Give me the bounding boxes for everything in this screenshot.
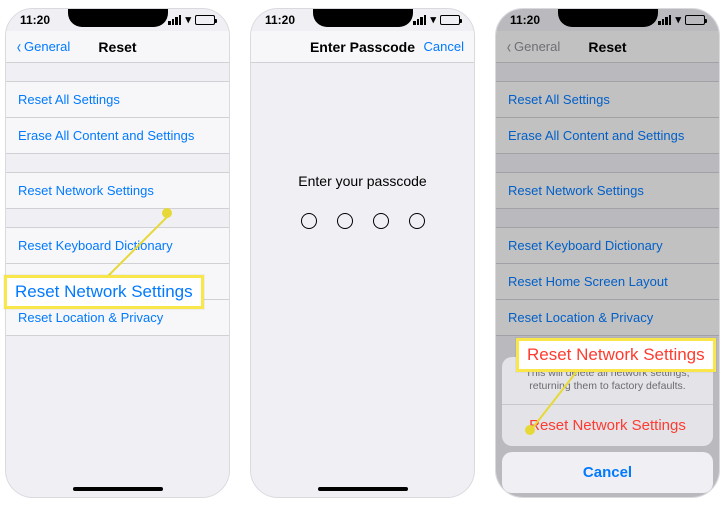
home-indicator[interactable]	[73, 487, 163, 491]
home-indicator[interactable]	[318, 487, 408, 491]
reset-keyboard-dictionary: Reset Keyboard Dictionary	[496, 227, 719, 264]
passcode-dot	[301, 213, 317, 229]
reset-home-screen-layout: Reset Home Screen Layout	[496, 264, 719, 300]
passcode-dots[interactable]	[251, 213, 474, 229]
battery-icon	[440, 15, 460, 25]
back-button-disabled: ‹ General	[506, 38, 560, 56]
reset-all-settings: Reset All Settings	[496, 81, 719, 118]
notch	[558, 9, 658, 27]
status-time: 11:20	[265, 13, 305, 27]
callout-reset-network: Reset Network Settings	[4, 275, 204, 309]
reset-all-settings[interactable]: Reset All Settings	[6, 81, 229, 118]
wifi-icon: ▾	[675, 15, 681, 26]
passcode-dot	[373, 213, 389, 229]
nav-bar: ‹ General Reset	[496, 31, 719, 63]
passcode-prompt: Enter your passcode	[251, 173, 474, 189]
erase-all-content: Erase All Content and Settings	[496, 118, 719, 154]
sheet-cancel[interactable]: Cancel	[502, 452, 713, 493]
notch	[313, 9, 413, 27]
phone-passcode: 11:20 ▾ Enter Passcode Cancel Enter your…	[250, 8, 475, 498]
chevron-left-icon: ‹	[507, 38, 511, 56]
cancel-button[interactable]: Cancel	[424, 39, 464, 54]
passcode-dot	[337, 213, 353, 229]
chevron-left-icon: ‹	[17, 38, 21, 56]
nav-bar: Enter Passcode Cancel	[251, 31, 474, 63]
reset-location-privacy: Reset Location & Privacy	[496, 300, 719, 336]
status-time: 11:20	[510, 13, 550, 27]
signal-icon	[413, 15, 426, 25]
battery-icon	[685, 15, 705, 25]
reset-keyboard-dictionary[interactable]: Reset Keyboard Dictionary	[6, 227, 229, 264]
wifi-icon: ▾	[185, 15, 191, 26]
wifi-icon: ▾	[430, 15, 436, 26]
callout-reset-network-confirm: Reset Network Settings	[516, 338, 716, 372]
reset-network-settings[interactable]: Reset Network Settings	[6, 172, 229, 209]
battery-icon	[195, 15, 215, 25]
status-time: 11:20	[20, 13, 60, 27]
signal-icon	[168, 15, 181, 25]
notch	[68, 9, 168, 27]
erase-all-content[interactable]: Erase All Content and Settings	[6, 118, 229, 154]
signal-icon	[658, 15, 671, 25]
nav-bar: ‹ General Reset	[6, 31, 229, 63]
phone-reset-list: 11:20 ▾ ‹ General Reset Reset All Settin…	[5, 8, 230, 498]
back-label: General	[24, 39, 70, 54]
back-label: General	[514, 39, 560, 54]
reset-network-settings: Reset Network Settings	[496, 172, 719, 209]
passcode-dot	[409, 213, 425, 229]
back-button[interactable]: ‹ General	[16, 38, 70, 56]
